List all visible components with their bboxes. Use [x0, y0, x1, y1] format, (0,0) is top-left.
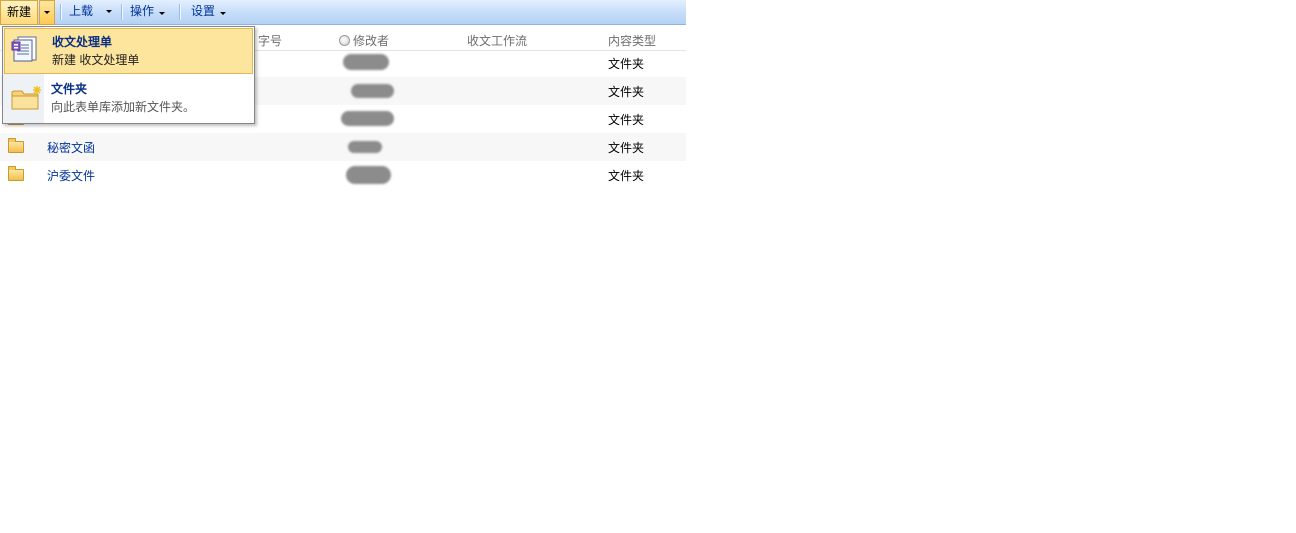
upload-button[interactable]: 上载 — [69, 0, 117, 24]
new-folder-icon — [11, 86, 41, 110]
redacted-modifier — [346, 166, 391, 184]
menu-item-description: 新建 收文处理单 — [52, 53, 140, 67]
chevron-down-icon — [44, 11, 50, 14]
toolbar-divider — [179, 4, 181, 20]
settings-button-label: 设置 — [191, 4, 216, 18]
redacted-modifier — [348, 141, 382, 153]
column-header-content-type[interactable]: 内容类型 — [608, 32, 656, 49]
chevron-down-icon — [159, 12, 165, 15]
row-content-type: 文件夹 — [608, 141, 645, 155]
chevron-down-icon — [106, 10, 112, 13]
row-name-link[interactable]: 沪委文件 — [47, 167, 95, 184]
row-content-type: 文件夹 — [608, 85, 645, 99]
folder-icon — [8, 138, 24, 153]
redacted-modifier — [343, 54, 389, 70]
upload-button-label: 上载 — [69, 4, 94, 18]
new-dropdown-menu: 收文处理单 新建 收文处理单 文件夹 向此表单库添加新文件夹。 — [2, 26, 255, 124]
actions-button-label: 操作 — [130, 4, 155, 18]
row-name-link[interactable]: 秘密文函 — [47, 139, 95, 156]
row-content-type: 文件夹 — [608, 57, 645, 71]
row-content-type: 文件夹 — [608, 113, 645, 127]
menu-item-receive-form[interactable]: 收文处理单 新建 收文处理单 — [4, 28, 253, 74]
redacted-modifier — [351, 84, 394, 98]
toolbar-divider — [121, 4, 123, 20]
table-row[interactable]: 沪委文件 文件夹 — [0, 161, 686, 189]
document-form-icon — [11, 36, 37, 62]
folder-icon — [8, 166, 24, 181]
redacted-modifier — [341, 111, 394, 126]
new-button-label: 新建 — [6, 5, 31, 19]
menu-item-title: 收文处理单 — [52, 35, 113, 49]
menu-item-description: 向此表单库添加新文件夹。 — [51, 100, 196, 114]
row-content-type: 文件夹 — [608, 169, 645, 183]
new-button[interactable]: 新建 — [0, 0, 38, 25]
new-dropdown-button[interactable] — [39, 0, 55, 25]
chevron-down-icon — [220, 12, 226, 15]
column-header-workflow[interactable]: 收文工作流 — [467, 32, 527, 49]
settings-button[interactable]: 设置 — [191, 0, 231, 24]
toolbar-divider — [60, 4, 62, 20]
toolbar: 新建 上载 操作 设置 — [0, 0, 686, 25]
table-row[interactable]: 秘密文函 文件夹 — [0, 133, 686, 161]
actions-button[interactable]: 操作 — [130, 0, 170, 24]
column-header-seq[interactable]: 字号 — [258, 32, 282, 49]
column-header-modifier-label: 修改者 — [353, 34, 390, 48]
column-header-modifier[interactable]: 修改者 — [339, 32, 389, 49]
presence-icon — [339, 35, 350, 46]
menu-item-title: 文件夹 — [51, 82, 88, 96]
menu-item-folder[interactable]: 文件夹 向此表单库添加新文件夹。 — [3, 75, 254, 122]
